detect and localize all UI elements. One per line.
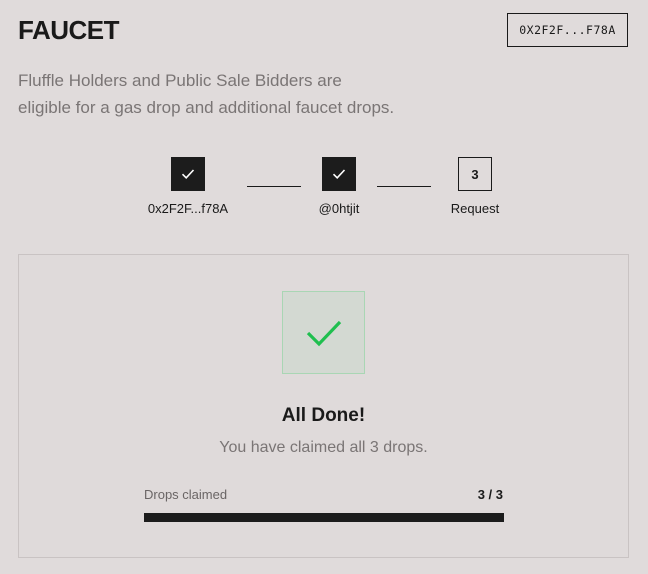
check-icon	[306, 320, 341, 346]
done-subtitle: You have claimed all 3 drops.	[219, 439, 428, 456]
success-indicator	[282, 291, 365, 374]
step-social: @0htjit	[289, 157, 389, 216]
faucet-description: Fluffle Holders and Public Sale Bidders …	[18, 67, 458, 121]
progress-count: 3 / 3	[477, 487, 503, 502]
step-request-number: 3	[458, 157, 492, 191]
wallet-address-button[interactable]: 0X2F2F...F78A	[507, 13, 628, 47]
description-line-1: Fluffle Holders and Public Sale Bidders …	[18, 71, 342, 90]
progress-bar-fill	[144, 513, 504, 522]
step-social-label: @0htjit	[318, 201, 360, 216]
progress-label: Drops claimed	[144, 487, 228, 502]
done-title: All Done!	[281, 405, 366, 426]
claim-result-panel: All Done! You have claimed all 3 drops. …	[18, 254, 629, 558]
description-line-2: eligible for a gas drop and additional f…	[18, 98, 395, 117]
progress-bar	[144, 513, 504, 522]
step-social-check	[322, 157, 356, 191]
step-wallet: 0x2F2F...f78A	[138, 157, 238, 216]
page-title: FAUCET	[18, 15, 120, 45]
step-wallet-check	[171, 157, 205, 191]
step-request: 3 Request	[425, 157, 525, 216]
step-request-label: Request	[450, 201, 500, 216]
step-wallet-label: 0x2F2F...f78A	[147, 201, 229, 216]
check-icon	[332, 169, 346, 179]
step-connector	[377, 186, 431, 187]
check-icon	[181, 169, 195, 179]
